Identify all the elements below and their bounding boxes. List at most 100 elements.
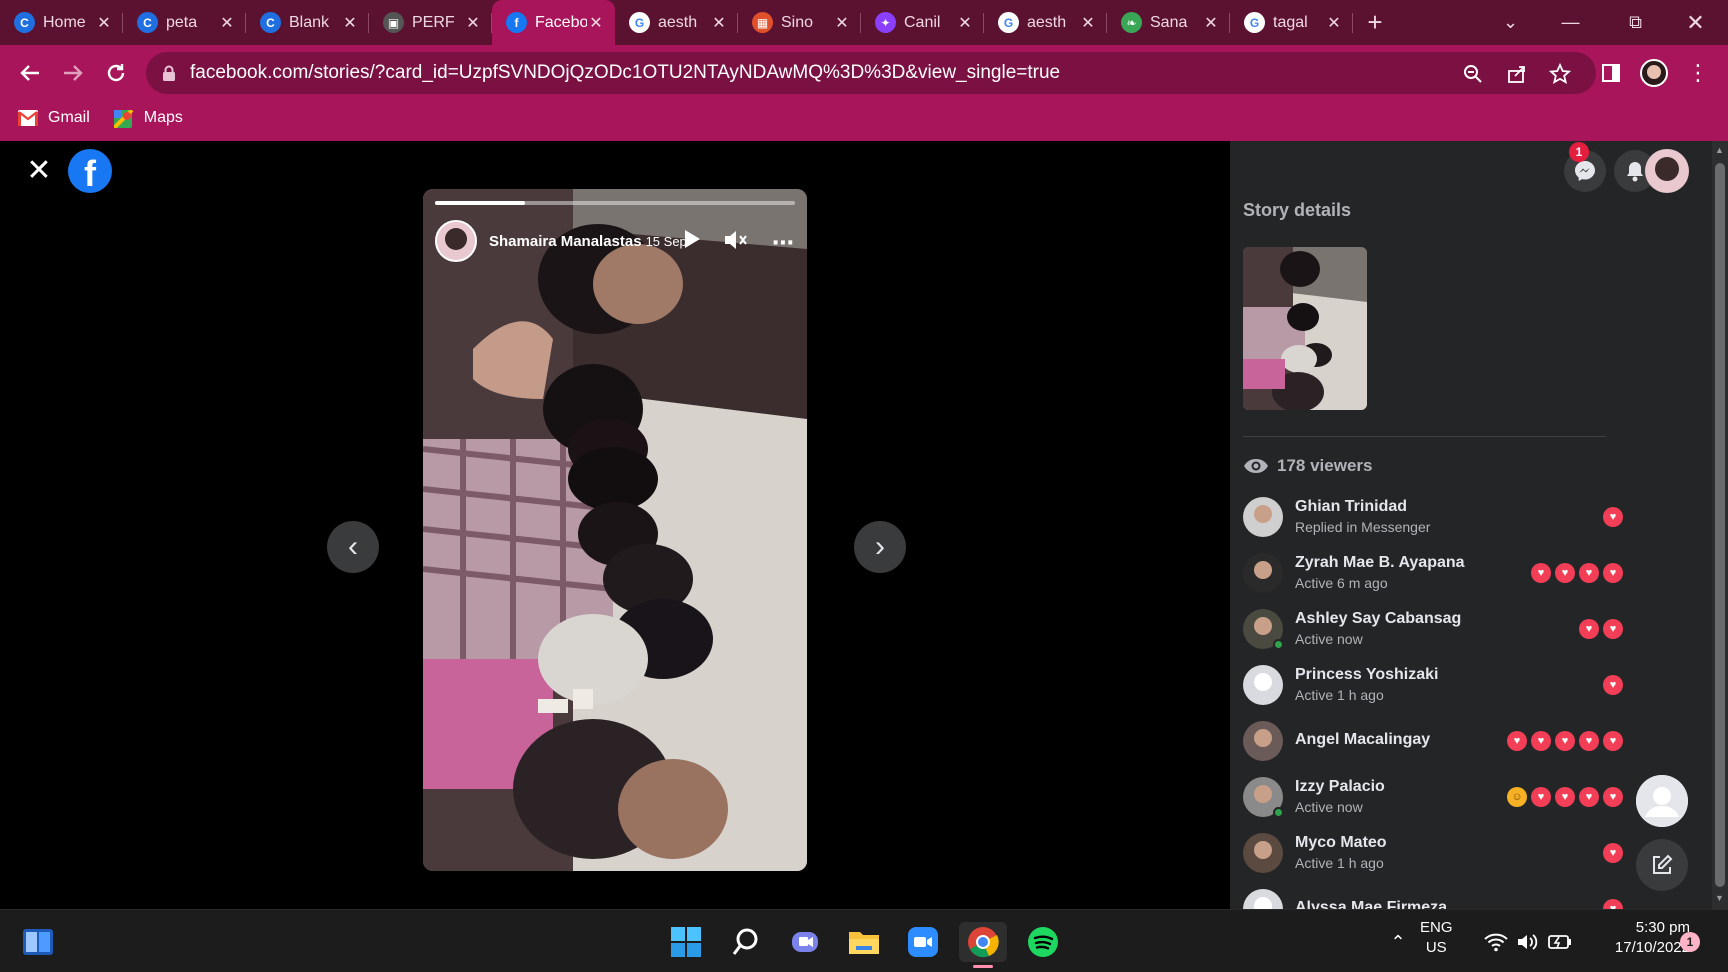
previous-story-button[interactable]: ‹	[327, 521, 379, 573]
story-progress-fill	[435, 201, 525, 205]
spotify-icon[interactable]	[1023, 922, 1063, 962]
viewer-name[interactable]: Ghian Trinidad	[1295, 498, 1407, 516]
story-card[interactable]: Shamaira Manalastas 15 Sep ⋯	[423, 189, 807, 871]
viewer-row[interactable]: Alyssa Mae Firmeza ♥	[1243, 881, 1623, 909]
scrollbar-thumb[interactable]	[1715, 163, 1725, 887]
notification-count-badge[interactable]: 1	[1680, 932, 1700, 952]
reload-button[interactable]	[98, 55, 134, 91]
heart-reaction-icon: ♥	[1555, 563, 1575, 583]
viewer-avatar[interactable]	[1243, 721, 1283, 761]
viewer-row[interactable]: Ghian Trinidad Replied in Messenger ♥	[1243, 489, 1623, 545]
tab-close-icon[interactable]: ✕	[1325, 13, 1343, 33]
viewer-avatar[interactable]	[1243, 889, 1283, 909]
viewer-row[interactable]: Angel Macalingay ♥ ♥ ♥ ♥ ♥	[1243, 713, 1623, 769]
lock-icon[interactable]	[162, 65, 176, 81]
zoom-icon[interactable]	[1460, 61, 1486, 87]
share-icon[interactable]	[1504, 61, 1530, 87]
tab-search-icon[interactable]: ⌄	[1483, 0, 1538, 45]
tab-4[interactable]: ▣ PERF ✕	[369, 0, 492, 45]
mute-icon[interactable]	[723, 229, 751, 257]
tab-11[interactable]: Gtagal ✕	[1230, 0, 1353, 45]
play-icon[interactable]	[683, 229, 711, 257]
story-author-name[interactable]: Shamaira Manalastas	[489, 233, 642, 250]
close-window-icon[interactable]: ✕	[1668, 0, 1723, 45]
story-thumbnail[interactable]	[1243, 247, 1367, 410]
menu-kebab-icon[interactable]: ⋮	[1680, 55, 1716, 91]
viewer-reactions: ♥	[1599, 899, 1623, 909]
teams-chat-icon[interactable]	[785, 922, 825, 962]
forward-button[interactable]	[55, 55, 91, 91]
viewer-avatar[interactable]	[1243, 553, 1283, 593]
viewer-row[interactable]: Izzy Palacio Active now ☺ ♥ ♥ ♥ ♥	[1243, 769, 1623, 825]
tab-close-icon[interactable]: ✕	[833, 13, 851, 33]
tab-8[interactable]: ✦ Canil ✕	[861, 0, 984, 45]
viewer-avatar-face	[1254, 561, 1272, 579]
viewer-name[interactable]: Izzy Palacio	[1295, 778, 1385, 796]
author-avatar[interactable]	[435, 220, 477, 262]
tab-label: tagal	[1273, 13, 1308, 31]
viewer-name[interactable]: Angel Macalingay	[1295, 731, 1430, 749]
tab-2[interactable]: Cpeta ✕	[123, 0, 246, 45]
viewer-name[interactable]: Myco Mateo	[1295, 834, 1387, 852]
tab-10[interactable]: ❧ Sana ✕	[1107, 0, 1230, 45]
clock[interactable]: 5:30 pm 17/10/2022	[1586, 918, 1690, 958]
chrome-icon[interactable]	[959, 922, 1007, 968]
tab-close-icon[interactable]: ✕	[1079, 13, 1097, 33]
new-tab-button[interactable]: +	[1353, 0, 1397, 45]
file-explorer-icon[interactable]	[844, 922, 884, 962]
tab-label: Blank	[289, 13, 330, 31]
start-windows-icon[interactable]	[666, 922, 706, 962]
new-message-avatar[interactable]	[1636, 775, 1688, 827]
viewer-row[interactable]: Myco Mateo Active 1 h ago ♥	[1243, 825, 1623, 881]
bookmark-star-icon[interactable]	[1547, 61, 1573, 87]
tab-close-icon[interactable]: ✕	[341, 13, 359, 33]
tab-1[interactable]: C Home ✕	[0, 0, 123, 45]
tab-7[interactable]: ▦ Sino ✕	[738, 0, 861, 45]
zoom-app-icon[interactable]	[903, 922, 943, 962]
viewer-row[interactable]: Zyrah Mae B. Ayapana Active 6 m ago ♥ ♥ ♥ ♥	[1243, 545, 1623, 601]
viewer-row[interactable]: Princess Yoshizaki Active 1 h ago ♥	[1243, 657, 1623, 713]
bookmark-gmail[interactable]: Gmail	[18, 109, 90, 127]
scroll-down-icon[interactable]: ▼	[1715, 893, 1725, 903]
scroll-up-icon[interactable]: ▲	[1715, 145, 1725, 155]
tab-close-icon[interactable]: ✕	[956, 13, 974, 33]
bookmark-maps[interactable]: Maps	[112, 108, 183, 130]
viewer-avatar[interactable]	[1243, 833, 1283, 873]
viewer-name[interactable]: Zyrah Mae B. Ayapana	[1295, 554, 1465, 572]
restore-icon[interactable]: ⧉	[1608, 0, 1663, 45]
viewer-avatar[interactable]	[1243, 497, 1283, 537]
viewer-name[interactable]: Princess Yoshizaki	[1295, 666, 1438, 684]
next-story-button[interactable]: ›	[854, 521, 906, 573]
chevron-up-icon[interactable]: ⌃	[1378, 922, 1418, 962]
compose-icon[interactable]	[1636, 839, 1688, 891]
profile-avatar[interactable]	[1636, 55, 1672, 91]
url-text[interactable]: facebook.com/stories/?card_id=UzpfSVNDOj…	[190, 62, 1060, 84]
heart-reaction-icon: ♥	[1579, 731, 1599, 751]
close-icon[interactable]: ✕	[24, 156, 54, 186]
address-bar[interactable]: facebook.com/stories/?card_id=UzpfSVNDOj…	[146, 52, 1596, 94]
account-avatar[interactable]	[1645, 149, 1689, 193]
viewer-row[interactable]: Ashley Say Cabansag Active now ♥ ♥	[1243, 601, 1623, 657]
viewer-name[interactable]: Alyssa Mae Firmeza	[1295, 899, 1447, 909]
tab-3[interactable]: C Blank ✕	[246, 0, 369, 45]
tab-6[interactable]: Gaesth ✕	[615, 0, 738, 45]
tab-close-icon[interactable]: ✕	[1202, 13, 1220, 33]
tab-close-icon[interactable]: ✕	[218, 13, 236, 33]
tab-close-icon[interactable]: ✕	[710, 13, 728, 33]
tab-5[interactable]: f Facebook✕	[492, 0, 615, 45]
language-indicator[interactable]: ENG US	[1420, 918, 1453, 958]
widgets-icon[interactable]	[18, 922, 58, 962]
viewer-name[interactable]: Ashley Say Cabansag	[1295, 610, 1461, 628]
search-icon[interactable]	[726, 922, 766, 962]
tab-close-icon[interactable]: ✕	[95, 13, 113, 33]
minimize-icon[interactable]: —	[1543, 0, 1598, 45]
tab-close-icon[interactable]: ✕	[464, 13, 482, 33]
tab-9[interactable]: Gaesth ✕	[984, 0, 1107, 45]
back-button[interactable]	[12, 55, 48, 91]
battery-icon[interactable]	[1540, 922, 1580, 962]
tab-close-icon[interactable]: ✕	[587, 13, 605, 33]
facebook-logo-icon[interactable]: f	[68, 149, 112, 193]
side-panel-icon[interactable]	[1593, 55, 1629, 91]
viewer-avatar[interactable]	[1243, 665, 1283, 705]
more-options-icon[interactable]: ⋯	[769, 229, 797, 257]
